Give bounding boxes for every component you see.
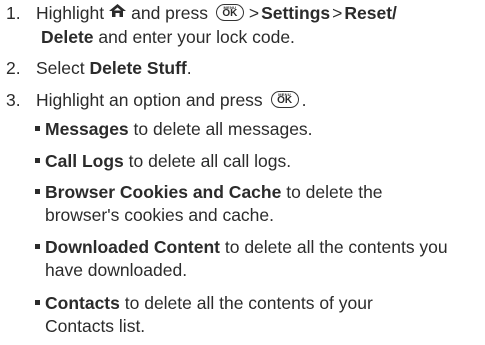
option-description-cont: browser's cookies and cache. <box>45 205 275 225</box>
arrow-separator: > <box>248 3 260 23</box>
home-icon <box>108 0 127 24</box>
option-name: Browser Cookies and Cache <box>45 182 282 202</box>
step-number: 2. <box>6 58 21 78</box>
list-item: Messages to delete all messages. <box>35 118 313 141</box>
option-name: Downloaded Content <box>45 237 220 257</box>
settings-label: Settings <box>261 3 331 23</box>
step-3-suffix: . <box>301 90 307 110</box>
list-item: Browser Cookies and Cache to delete the … <box>35 181 383 227</box>
ok-label: OK <box>277 94 293 106</box>
arrow-separator: > <box>332 3 343 23</box>
option-description-cont: Contacts list. <box>45 316 146 336</box>
menu-ok-button-icon: MENU OK <box>215 3 244 21</box>
instructions-document: 1. Highlight and press MENU OK > Settings > Res… <box>0 0 485 345</box>
step-2-prefix: Select <box>36 58 85 78</box>
step-1-continuation: Delete and enter your lock code. <box>41 25 295 49</box>
bullet-square-icon <box>35 299 40 305</box>
option-description: to delete all messages. <box>133 119 313 139</box>
step-3: 3. Highlight an option and press MENU OK. <box>6 88 306 112</box>
list-item: Contacts to delete all the contents of y… <box>35 292 373 338</box>
reset-delete-label: Reset/ <box>344 3 397 23</box>
option-name: Contacts <box>45 293 120 313</box>
list-item: Call Logs to delete all call logs. <box>35 150 291 173</box>
bullet-square-icon <box>35 157 40 163</box>
delete-stuff-label: Delete Stuff <box>89 58 187 78</box>
step-2-suffix: . <box>186 58 192 78</box>
step-1-suffix: and enter your lock code. <box>98 27 295 47</box>
step-number: 1. <box>6 3 21 23</box>
menu-ok-button-icon: MENU OK <box>270 90 299 108</box>
option-description: to delete all the contents you <box>224 237 448 257</box>
list-item: Downloaded Content to delete all the con… <box>35 236 448 282</box>
step-3-prefix: Highlight an option and press <box>36 90 263 110</box>
bullet-square-icon <box>35 188 40 194</box>
bullet-square-icon <box>35 243 40 249</box>
option-description-cont: have downloaded. <box>45 260 188 280</box>
option-description: to delete all call logs. <box>128 151 292 171</box>
option-description: to delete all the contents of your <box>124 293 373 313</box>
reset-delete-label-cont: Delete <box>41 27 94 47</box>
step-1-text-mid: and press <box>131 3 208 23</box>
step-1: 1. Highlight and press MENU OK > Settings > Res… <box>6 0 397 47</box>
step-number: 3. <box>6 90 21 110</box>
option-name: Call Logs <box>45 151 124 171</box>
option-name: Messages <box>45 119 129 139</box>
ok-label: OK <box>222 7 238 19</box>
step-1-text-prefix: Highlight <box>36 3 105 23</box>
step-2: 2. Select Delete Stuff. <box>6 56 192 80</box>
bullet-square-icon <box>35 125 40 131</box>
option-description: to delete the <box>286 182 383 202</box>
